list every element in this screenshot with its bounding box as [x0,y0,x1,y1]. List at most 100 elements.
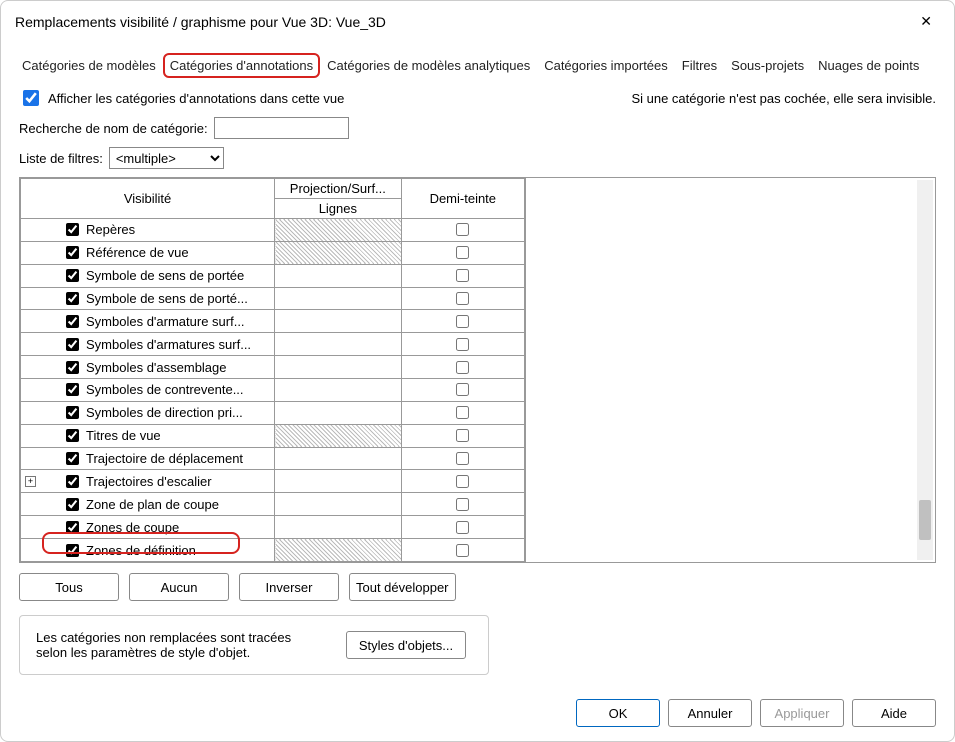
row-visibility-checkbox[interactable] [66,475,79,488]
projection-cell[interactable] [275,219,402,242]
halftone-checkbox[interactable] [456,521,469,534]
table-row[interactable]: +Symboles de direction pri... [21,401,525,424]
row-visibility-checkbox[interactable] [66,269,79,282]
tab-cat-gories-import-es[interactable]: Catégories importées [537,53,675,78]
projection-cell[interactable] [275,241,402,264]
projection-cell[interactable] [275,379,402,402]
tab-filtres[interactable]: Filtres [675,53,724,78]
projection-cell[interactable] [275,539,402,562]
show-categories-checkbox[interactable]: Afficher les catégories d'annotations da… [19,87,344,109]
halftone-cell[interactable] [401,516,524,539]
halftone-checkbox[interactable] [456,475,469,488]
halftone-checkbox[interactable] [456,361,469,374]
tab-cat-gories-de-mod-les[interactable]: Catégories de modèles [15,53,163,78]
projection-cell[interactable] [275,516,402,539]
table-row[interactable]: +Symboles de contrevente... [21,379,525,402]
projection-cell[interactable] [275,333,402,356]
table-row[interactable]: +Symbole de sens de portée [21,264,525,287]
object-styles-button[interactable]: Styles d'objets... [346,631,466,659]
table-row[interactable]: +Symboles d'armatures surf... [21,333,525,356]
row-visibility-checkbox[interactable] [66,452,79,465]
table-row[interactable]: +Zone de plan de coupe [21,493,525,516]
projection-cell[interactable] [275,424,402,447]
halftone-cell[interactable] [401,401,524,424]
projection-cell[interactable] [275,447,402,470]
table-row[interactable]: +Symbole de sens de porté... [21,287,525,310]
expand-all-button[interactable]: Tout développer [349,573,456,601]
invert-button[interactable]: Inverser [239,573,339,601]
table-row[interactable]: +Zones de définition [21,539,525,562]
tab-cat-gories-de-mod-les-analytiques[interactable]: Catégories de modèles analytiques [320,53,537,78]
halftone-checkbox[interactable] [456,338,469,351]
table-row[interactable]: +Zones de coupe [21,516,525,539]
expand-icon[interactable]: + [25,476,36,487]
table-row[interactable]: +Titres de vue [21,424,525,447]
halftone-cell[interactable] [401,379,524,402]
halftone-checkbox[interactable] [456,269,469,282]
row-visibility-checkbox[interactable] [66,315,79,328]
table-row[interactable]: +Symboles d'armature surf... [21,310,525,333]
projection-cell[interactable] [275,310,402,333]
row-visibility-checkbox[interactable] [66,361,79,374]
tab-cat-gories-d-annotations[interactable]: Catégories d'annotations [163,53,320,78]
projection-cell[interactable] [275,264,402,287]
scrollbar-thumb[interactable] [919,500,931,540]
halftone-cell[interactable] [401,264,524,287]
scrollbar[interactable] [917,180,933,560]
halftone-cell[interactable] [401,333,524,356]
halftone-cell[interactable] [401,310,524,333]
filter-select[interactable]: <multiple> [109,147,224,169]
row-visibility-checkbox[interactable] [66,429,79,442]
table-row[interactable]: +Trajectoire de déplacement [21,447,525,470]
table-row[interactable]: +Repères [21,219,525,242]
halftone-checkbox[interactable] [456,315,469,328]
apply-button[interactable]: Appliquer [760,699,844,727]
halftone-cell[interactable] [401,241,524,264]
row-visibility-checkbox[interactable] [66,338,79,351]
row-visibility-checkbox[interactable] [66,544,79,557]
halftone-cell[interactable] [401,493,524,516]
table-row[interactable]: +Trajectoires d'escalier [21,470,525,493]
table-row[interactable]: +Symboles d'assemblage [21,356,525,379]
row-visibility-checkbox[interactable] [66,246,79,259]
row-visibility-checkbox[interactable] [66,406,79,419]
ok-button[interactable]: OK [576,699,660,727]
halftone-checkbox[interactable] [456,383,469,396]
halftone-cell[interactable] [401,424,524,447]
none-button[interactable]: Aucun [129,573,229,601]
cancel-button[interactable]: Annuler [668,699,752,727]
row-visibility-checkbox[interactable] [66,292,79,305]
halftone-checkbox[interactable] [456,452,469,465]
halftone-checkbox[interactable] [456,223,469,236]
table-row[interactable]: +Référence de vue [21,241,525,264]
halftone-checkbox[interactable] [456,292,469,305]
search-input[interactable] [214,117,349,139]
row-visibility-checkbox[interactable] [66,223,79,236]
row-visibility-checkbox[interactable] [66,521,79,534]
halftone-checkbox[interactable] [456,406,469,419]
halftone-checkbox[interactable] [456,498,469,511]
halftone-cell[interactable] [401,356,524,379]
projection-cell[interactable] [275,287,402,310]
halftone-cell[interactable] [401,219,524,242]
close-icon[interactable]: ✕ [912,9,940,34]
tab-nuages-de-points[interactable]: Nuages de points [811,53,926,78]
all-button[interactable]: Tous [19,573,119,601]
projection-cell[interactable] [275,470,402,493]
col-projection: Projection/Surf... [275,179,402,199]
halftone-cell[interactable] [401,539,524,562]
halftone-cell[interactable] [401,447,524,470]
tab-sous-projets[interactable]: Sous-projets [724,53,811,78]
halftone-cell[interactable] [401,470,524,493]
row-visibility-checkbox[interactable] [66,498,79,511]
projection-cell[interactable] [275,401,402,424]
projection-cell[interactable] [275,493,402,516]
halftone-checkbox[interactable] [456,544,469,557]
halftone-cell[interactable] [401,287,524,310]
halftone-checkbox[interactable] [456,429,469,442]
show-categories-input[interactable] [23,90,39,106]
help-button[interactable]: Aide [852,699,936,727]
projection-cell[interactable] [275,356,402,379]
row-visibility-checkbox[interactable] [66,383,79,396]
halftone-checkbox[interactable] [456,246,469,259]
